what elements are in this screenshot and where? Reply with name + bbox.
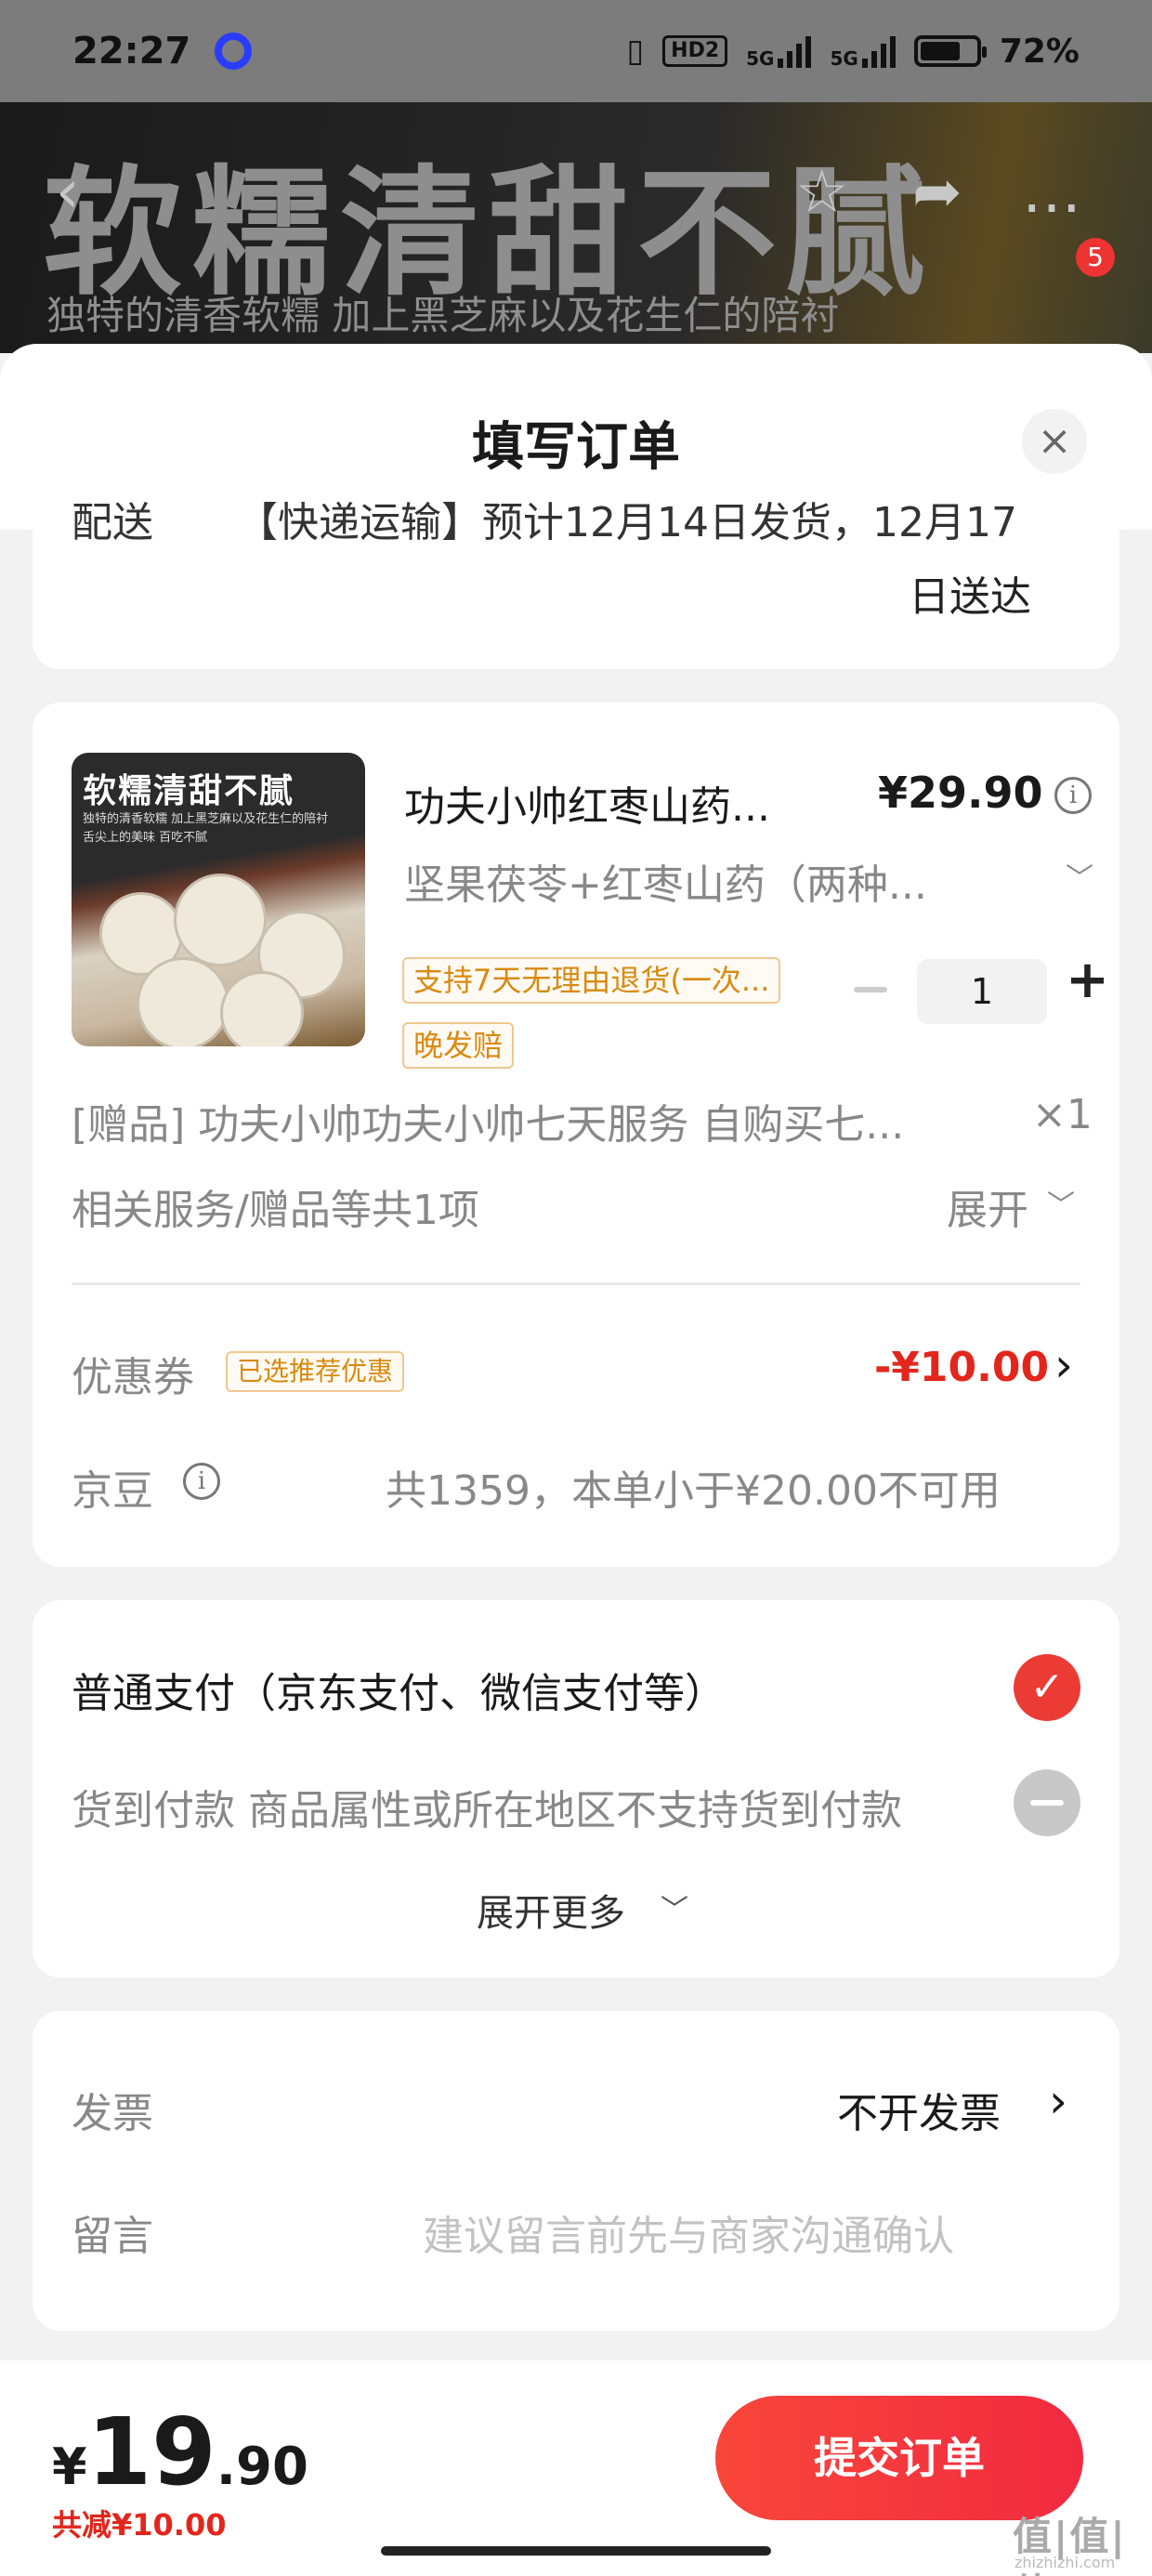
checkmark-selected-icon[interactable]: ✓ bbox=[1014, 1654, 1080, 1721]
message-input[interactable]: 建议留言前先与商家沟通确认 bbox=[423, 2202, 954, 2262]
quantity-input[interactable]: 1 bbox=[917, 959, 1047, 1024]
coupon-tag: 已选推荐优惠 bbox=[226, 1351, 405, 1392]
total-decimal: .90 bbox=[216, 2437, 308, 2497]
services-expand-button[interactable]: 展开 bbox=[947, 1176, 1028, 1236]
invoice-card: 发票 不开发票 › 留言 建议留言前先与商家沟通确认 bbox=[33, 2011, 1119, 2331]
total-price: ¥19.90 bbox=[52, 2398, 308, 2506]
share-icon[interactable]: ➦ bbox=[912, 158, 962, 227]
vibrate-icon: ▯ bbox=[626, 33, 645, 70]
late-delivery-tag: 晚发赔 bbox=[402, 1022, 515, 1069]
submit-order-button[interactable]: 提交订单 bbox=[715, 2396, 1083, 2520]
invoice-value[interactable]: 不开发票 bbox=[837, 2080, 1001, 2139]
product-banner: 软糯清甜不腻 独特的清香软糯 加上黑芝麻以及花生仁的陪衬 ‹ ☆ ➦ … 5 bbox=[0, 102, 1152, 353]
network-type-1: 5G bbox=[746, 47, 775, 70]
product-image-caption: 独特的清香软糯 加上黑芝麻以及花生仁的陪衬 舌尖上的美味 百吃不腻 bbox=[83, 812, 329, 845]
sheet-title: 填写订单 bbox=[472, 417, 680, 478]
network-type-2: 5G bbox=[830, 47, 858, 70]
payment-option-normal[interactable]: 普通支付（京东支付、微信支付等） bbox=[72, 1660, 726, 1719]
jingdou-info: 共1359，本单小于¥20.00不可用 bbox=[386, 1467, 1001, 1515]
delivery-date-end: 日送达 bbox=[909, 573, 1031, 621]
cart-badge: 5 bbox=[1076, 238, 1115, 277]
delivery-row-clipped: 配送 【快递运输】预计12月14日发货，12月17 bbox=[33, 489, 1119, 554]
star-icon[interactable]: ☆ bbox=[795, 158, 848, 227]
divider bbox=[72, 1282, 1080, 1285]
checkout-bar: ¥19.90 共减¥10.00 提交订单 bbox=[0, 2360, 1152, 2576]
jingdou-info-icon[interactable]: i bbox=[183, 1463, 220, 1500]
price-info-icon[interactable]: i bbox=[1054, 777, 1092, 814]
product-image-cake bbox=[174, 874, 267, 966]
coupon-label: 优惠券 bbox=[72, 1354, 194, 1401]
total-integer: 19 bbox=[86, 2398, 216, 2506]
product-price: ¥29.90 bbox=[878, 768, 1043, 818]
battery-percent: 72% bbox=[999, 32, 1080, 71]
product-image[interactable]: 软糯清甜不腻 独特的清香软糯 加上黑芝麻以及花生仁的陪衬 舌尖上的美味 百吃不腻 bbox=[72, 753, 365, 1046]
jingdou-label: 京豆 bbox=[72, 1467, 153, 1515]
status-bar: 22:27 ▯ HD2 5G 5G 72% bbox=[0, 0, 1152, 102]
gift-text: [赠品] 功夫小帅功夫小帅七天服务 自购买七... bbox=[72, 1101, 905, 1149]
expand-more-chevron-icon[interactable]: ﹀ bbox=[661, 1886, 688, 1927]
disabled-option-icon bbox=[1014, 1769, 1080, 1836]
services-summary: 相关服务/赠品等共1项 bbox=[72, 1187, 479, 1234]
quantity-decrease-button[interactable] bbox=[854, 987, 887, 992]
invoice-label: 发票 bbox=[72, 2090, 153, 2137]
payment-card: 普通支付（京东支付、微信支付等） ✓ 货到付款 商品属性或所在地区不支持货到付款… bbox=[33, 1600, 1119, 1978]
signal-2-icon: 5G bbox=[830, 34, 896, 70]
product-image-title: 软糯清甜不腻 bbox=[83, 771, 295, 810]
battery-icon bbox=[913, 35, 987, 67]
expand-chevron-down-icon[interactable]: ﹀ bbox=[1047, 1182, 1075, 1223]
app-notification-icon bbox=[215, 33, 253, 70]
hd-badge: HD2 bbox=[662, 35, 728, 67]
delivery-label: 配送 bbox=[72, 499, 153, 546]
status-icons: ▯ HD2 5G 5G 72% bbox=[626, 33, 1080, 71]
coupon-chevron-right-icon[interactable]: › bbox=[1054, 1338, 1073, 1392]
product-card: 软糯清甜不腻 独特的清香软糯 加上黑芝麻以及花生仁的陪衬 舌尖上的美味 百吃不腻… bbox=[33, 703, 1119, 1567]
product-image-cake bbox=[220, 971, 304, 1046]
delivery-card: 配送 【快递运输】预计12月14日发货，12月17 日送达 bbox=[33, 499, 1119, 669]
return-policy-tag: 支持7天无理由退货(一次... bbox=[402, 957, 781, 1004]
status-time: 22:27 bbox=[72, 30, 191, 72]
delivery-method: 【快递运输】预计12月14日发货，12月17 bbox=[237, 499, 1017, 546]
currency-symbol: ¥ bbox=[52, 2438, 87, 2496]
signal-1-icon: 5G bbox=[746, 34, 812, 70]
more-icon[interactable]: … bbox=[1022, 158, 1081, 227]
order-sheet: 填写订单 × 配送 【快递运输】预计12月14日发货，12月17 日送达 软糯清… bbox=[0, 344, 1152, 2576]
total-reduction: 共减¥10.00 bbox=[52, 2507, 227, 2543]
spec-chevron-down-icon[interactable]: ﹀ bbox=[1066, 855, 1093, 896]
close-button[interactable]: × bbox=[1022, 409, 1087, 474]
payment-option-cod: 货到付款 商品属性或所在地区不支持货到付款 bbox=[72, 1787, 902, 1834]
quantity-increase-button[interactable]: + bbox=[1066, 950, 1109, 1010]
product-name[interactable]: 功夫小帅红枣山药... bbox=[404, 773, 770, 833]
coupon-amount[interactable]: -¥10.00 bbox=[874, 1344, 1049, 1391]
back-arrow-icon[interactable]: ‹ bbox=[56, 158, 80, 227]
expand-more-button[interactable]: 展开更多 bbox=[477, 1883, 625, 1937]
banner-subline: 独特的清香软糯 加上黑芝麻以及花生仁的陪衬 bbox=[46, 293, 840, 338]
gift-count: ×1 bbox=[1032, 1091, 1093, 1138]
product-spec[interactable]: 坚果茯苓+红枣山药（两种... bbox=[404, 851, 927, 911]
invoice-chevron-right-icon[interactable]: › bbox=[1049, 2074, 1067, 2128]
watermark-url: zhizhizhi.com bbox=[1015, 2554, 1116, 2571]
product-image-cake bbox=[137, 957, 229, 1046]
home-indicator[interactable] bbox=[381, 2546, 771, 2556]
message-label: 留言 bbox=[72, 2213, 153, 2260]
